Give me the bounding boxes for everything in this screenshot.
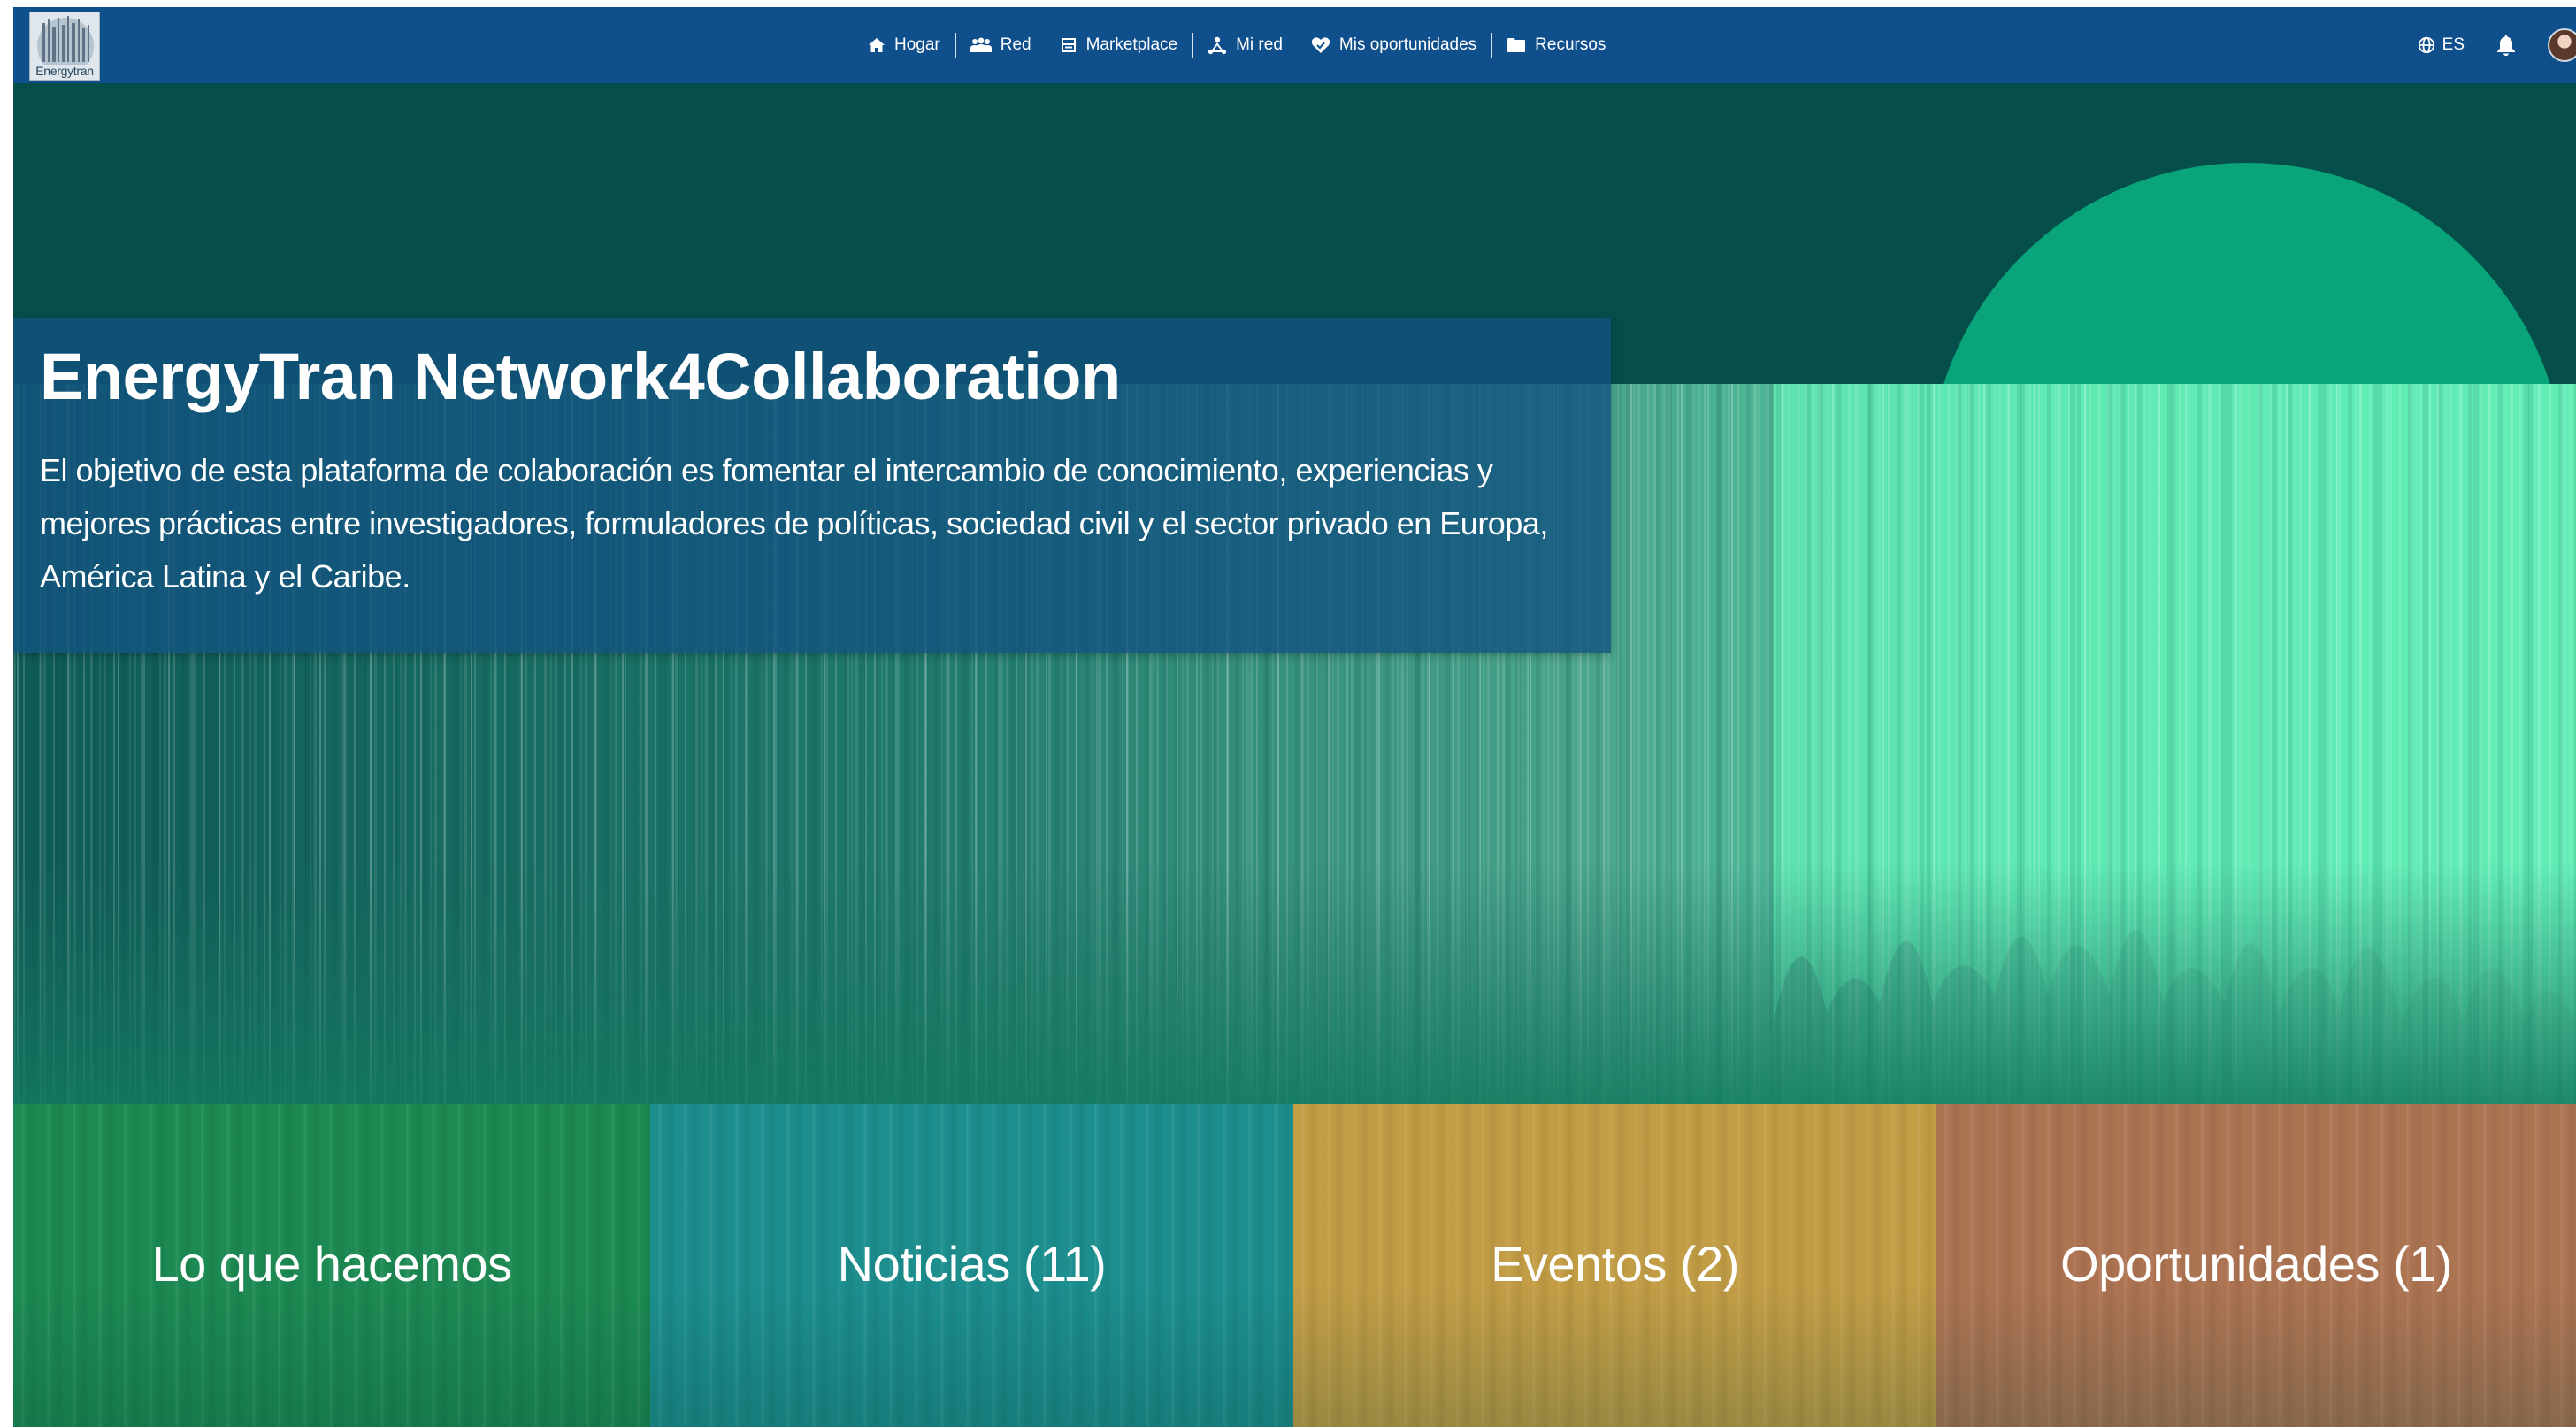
- nav-label-mi-red: Mi red: [1236, 35, 1283, 54]
- nav-label-red: Red: [1000, 35, 1031, 54]
- nav-label-recursos: Recursos: [1535, 35, 1606, 54]
- my-network-icon: [1208, 36, 1227, 55]
- globe-icon: [2418, 36, 2434, 54]
- nav-item-recursos[interactable]: Recursos: [1492, 27, 1620, 63]
- nav-item-red[interactable]: Red: [956, 27, 1046, 63]
- tile-lo-que-hacemos[interactable]: Lo que hacemos: [13, 1104, 650, 1427]
- app-window: Energytran Hogar Red Marketplace Mi red: [13, 7, 2576, 1427]
- tile-shade: [650, 1285, 1293, 1427]
- tile-shade: [13, 1285, 650, 1427]
- main-navigation: Hogar Red Marketplace Mi red Mis oportun…: [854, 7, 1620, 83]
- nav-item-mis-oportunidades[interactable]: Mis oportunidades: [1297, 27, 1491, 63]
- intro-panel: EnergyTran Network4Collaboration El obje…: [13, 318, 1611, 653]
- bell-icon[interactable]: [2496, 35, 2516, 56]
- tile-label: Noticias (11): [837, 1235, 1107, 1292]
- tile-noticias[interactable]: Noticias (11): [650, 1104, 1293, 1427]
- marketplace-icon: [1061, 38, 1076, 52]
- nav-item-hogar[interactable]: Hogar: [854, 27, 954, 63]
- tile-oportunidades[interactable]: Oportunidades (1): [1936, 1104, 2576, 1427]
- network-icon: [970, 37, 992, 52]
- home-icon: [869, 38, 885, 52]
- avatar[interactable]: [2548, 28, 2576, 62]
- hero-banner: EnergyTran Network4Collaboration El obje…: [13, 83, 2576, 1104]
- tile-label: Lo que hacemos: [151, 1235, 512, 1292]
- navbar-right-controls: ES: [2418, 7, 2576, 83]
- logo-text: Energytran: [35, 64, 94, 78]
- tile-eventos[interactable]: Eventos (2): [1293, 1104, 1936, 1427]
- tile-label: Eventos (2): [1491, 1235, 1739, 1292]
- folder-icon: [1507, 38, 1526, 52]
- nav-item-marketplace[interactable]: Marketplace: [1046, 27, 1192, 63]
- section-tiles: Lo que hacemos Noticias (11) Eventos (2)…: [13, 1104, 2576, 1427]
- tile-shade: [1293, 1285, 1936, 1427]
- energytran-logo[interactable]: Energytran: [29, 12, 100, 81]
- hero-description: El objetivo de esta plataforma de colabo…: [40, 452, 1548, 595]
- top-navbar: Energytran Hogar Red Marketplace Mi red: [13, 7, 2576, 83]
- opportunities-icon: [1311, 37, 1330, 53]
- nav-label-hogar: Hogar: [894, 35, 940, 54]
- tile-shade: [1936, 1285, 2576, 1427]
- language-selector[interactable]: ES: [2418, 35, 2465, 55]
- nav-label-marketplace: Marketplace: [1085, 35, 1178, 54]
- nav-label-mis-oportunidades: Mis oportunidades: [1338, 35, 1477, 54]
- hero-title: EnergyTran Network4Collaboration: [40, 340, 1121, 413]
- nav-item-mi-red[interactable]: Mi red: [1193, 27, 1297, 63]
- language-code: ES: [2442, 35, 2465, 54]
- tile-label: Oportunidades (1): [2060, 1235, 2452, 1292]
